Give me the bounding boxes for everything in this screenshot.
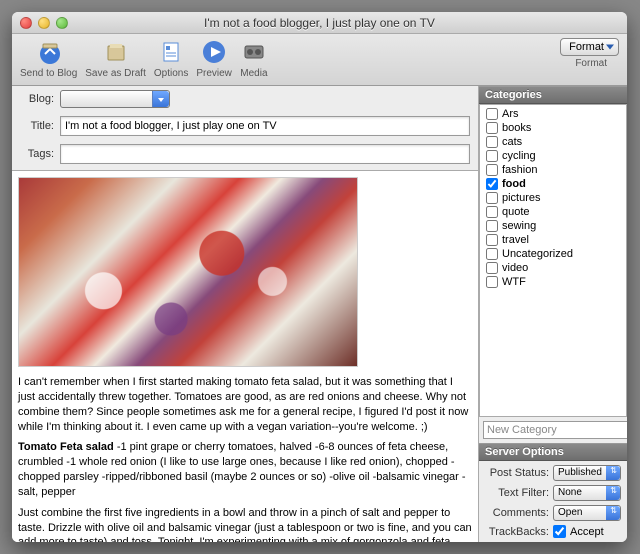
tags-input[interactable] bbox=[60, 144, 470, 164]
send-icon bbox=[35, 38, 63, 66]
category-checkbox[interactable] bbox=[486, 234, 498, 246]
category-label: Ars bbox=[502, 108, 519, 120]
category-item[interactable]: travel bbox=[480, 233, 626, 247]
category-label: cats bbox=[502, 136, 522, 148]
trackbacks-checkbox[interactable] bbox=[553, 525, 566, 538]
post-status-label: Post Status: bbox=[485, 467, 553, 479]
category-label: pictures bbox=[502, 192, 541, 204]
category-label: books bbox=[502, 122, 531, 134]
category-checkbox[interactable] bbox=[486, 178, 498, 190]
category-label: fashion bbox=[502, 164, 537, 176]
category-item[interactable]: Ars bbox=[480, 107, 626, 121]
options-button[interactable]: Options bbox=[154, 38, 188, 79]
category-checkbox[interactable] bbox=[486, 150, 498, 162]
trackbacks-label: TrackBacks: bbox=[485, 526, 553, 538]
category-checkbox[interactable] bbox=[486, 206, 498, 218]
text-filter-select[interactable]: None bbox=[553, 485, 621, 501]
media-icon bbox=[240, 38, 268, 66]
content-recipe: Tomato Feta salad -1 pint grape or cherr… bbox=[18, 440, 472, 499]
category-item[interactable]: books bbox=[480, 121, 626, 135]
categories-list[interactable]: Ars books cats cycling fashion food pictures qu… bbox=[479, 104, 627, 417]
preview-icon bbox=[200, 38, 228, 66]
category-item[interactable]: cats bbox=[480, 135, 626, 149]
category-label: video bbox=[502, 262, 528, 274]
sidebar: Categories Ars books cats cycling fashion foo… bbox=[479, 86, 627, 542]
category-item[interactable]: sewing bbox=[480, 219, 626, 233]
category-label: cycling bbox=[502, 150, 536, 162]
send-to-blog-button[interactable]: Send to Blog bbox=[20, 38, 77, 79]
title-label: Title: bbox=[20, 120, 54, 132]
category-checkbox[interactable] bbox=[486, 164, 498, 176]
category-item[interactable]: Uncategorized bbox=[480, 247, 626, 261]
content-paragraph: Just combine the first five ingredients … bbox=[18, 506, 472, 542]
toolbar: Send to Blog Save as Draft Options Previ… bbox=[12, 34, 627, 86]
category-checkbox[interactable] bbox=[486, 220, 498, 232]
draft-icon bbox=[102, 38, 130, 66]
post-image bbox=[18, 177, 358, 367]
preview-button[interactable]: Preview bbox=[196, 38, 232, 79]
comments-select[interactable]: Open bbox=[553, 505, 621, 521]
categories-header: Categories bbox=[479, 86, 627, 104]
category-checkbox[interactable] bbox=[486, 276, 498, 288]
titlebar: I'm not a food blogger, I just play one … bbox=[12, 12, 627, 34]
post-content-area[interactable]: I can't remember when I first started ma… bbox=[12, 170, 478, 542]
server-options-header: Server Options bbox=[479, 443, 627, 461]
text-filter-label: Text Filter: bbox=[485, 487, 553, 499]
app-window: I'm not a food blogger, I just play one … bbox=[12, 12, 627, 542]
category-checkbox[interactable] bbox=[486, 192, 498, 204]
category-label: food bbox=[502, 178, 526, 190]
options-icon bbox=[157, 38, 185, 66]
category-checkbox[interactable] bbox=[486, 136, 498, 148]
post-status-select[interactable]: Published bbox=[553, 465, 621, 481]
category-label: WTF bbox=[502, 276, 526, 288]
category-label: Uncategorized bbox=[502, 248, 573, 260]
category-label: sewing bbox=[502, 220, 536, 232]
category-checkbox[interactable] bbox=[486, 108, 498, 120]
category-item[interactable]: video bbox=[480, 261, 626, 275]
category-label: quote bbox=[502, 206, 530, 218]
tags-label: Tags: bbox=[20, 148, 54, 160]
format-dropdown[interactable]: Format bbox=[560, 38, 619, 56]
category-item[interactable]: pictures bbox=[480, 191, 626, 205]
trackbacks-value: Accept bbox=[570, 526, 604, 538]
content-paragraph: I can't remember when I first started ma… bbox=[18, 375, 472, 434]
comments-label: Comments: bbox=[485, 507, 553, 519]
category-label: travel bbox=[502, 234, 529, 246]
category-item[interactable]: WTF bbox=[480, 275, 626, 289]
new-category-input[interactable] bbox=[483, 421, 627, 439]
media-button[interactable]: Media bbox=[240, 38, 268, 79]
category-checkbox[interactable] bbox=[486, 262, 498, 274]
category-item[interactable]: quote bbox=[480, 205, 626, 219]
category-item[interactable]: fashion bbox=[480, 163, 626, 177]
save-as-draft-button[interactable]: Save as Draft bbox=[85, 38, 146, 79]
main-panel: Blog: Title: Tags: I can't remember when… bbox=[12, 86, 479, 542]
category-checkbox[interactable] bbox=[486, 248, 498, 260]
blog-select[interactable] bbox=[60, 90, 170, 108]
title-input[interactable] bbox=[60, 116, 470, 136]
category-item[interactable]: food bbox=[480, 177, 626, 191]
category-item[interactable]: cycling bbox=[480, 149, 626, 163]
blog-label: Blog: bbox=[20, 93, 54, 105]
window-title: I'm not a food blogger, I just play one … bbox=[12, 16, 627, 30]
category-checkbox[interactable] bbox=[486, 122, 498, 134]
format-label: Format bbox=[575, 58, 619, 69]
